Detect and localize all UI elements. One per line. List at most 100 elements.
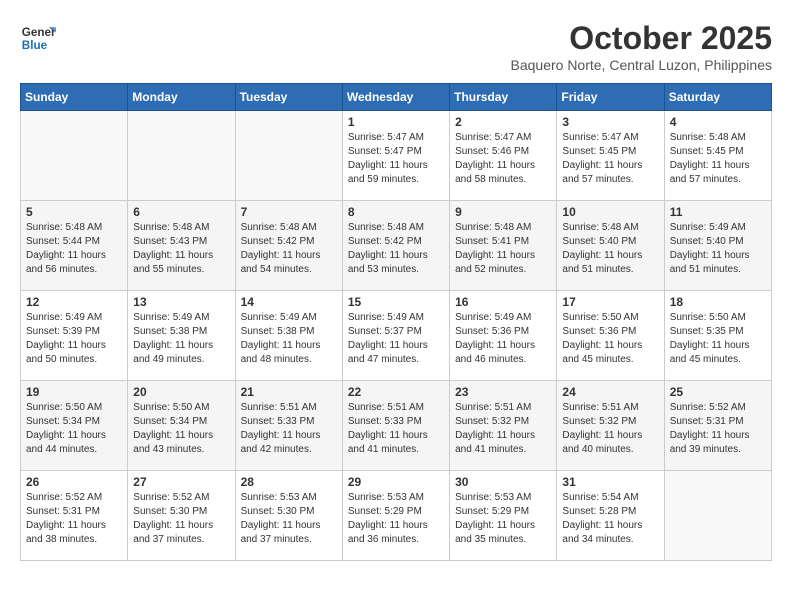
day-number: 9 — [455, 205, 551, 219]
calendar-cell: 21Sunrise: 5:51 AM Sunset: 5:33 PM Dayli… — [235, 381, 342, 471]
day-info: Sunrise: 5:48 AM Sunset: 5:44 PM Dayligh… — [26, 221, 122, 277]
day-number: 7 — [241, 205, 337, 219]
svg-text:Blue: Blue — [22, 39, 48, 52]
calendar-cell: 8Sunrise: 5:48 AM Sunset: 5:42 PM Daylig… — [342, 201, 449, 291]
day-info: Sunrise: 5:53 AM Sunset: 5:29 PM Dayligh… — [348, 491, 444, 547]
day-number: 14 — [241, 295, 337, 309]
calendar-cell: 22 Sunrise: 5:51 AM Sunset: 5:33 PM Dayli… — [342, 381, 449, 471]
calendar-cell: 14 Sunrise: 5:49 AM Sunset: 5:38 PM Dayli… — [235, 291, 342, 381]
calendar-cell: 24Sunrise: 5:51 AM Sunset: 5:32 PM Dayli… — [557, 381, 664, 471]
calendar-cell: 30Sunrise: 5:53 AM Sunset: 5:29 PM Dayli… — [450, 471, 557, 561]
column-header-sunday: Sunday — [21, 84, 128, 111]
day-number: 23 — [455, 385, 551, 399]
day-number: 31 — [562, 475, 658, 489]
day-number: 27 — [133, 475, 229, 489]
day-number: 13 — [133, 295, 229, 309]
column-header-tuesday: Tuesday — [235, 84, 342, 111]
logo: General Blue — [20, 20, 56, 56]
calendar-cell: 28 Sunrise: 5:53 AM Sunset: 5:30 PM Dayli… — [235, 471, 342, 561]
calendar-week-2: 5 Sunrise: 5:48 AM Sunset: 5:44 PM Daylig… — [21, 201, 772, 291]
day-info: Sunrise: 5:48 AM Sunset: 5:42 PM Dayligh… — [348, 221, 444, 277]
day-info: Sunrise: 5:51 AM Sunset: 5:33 PM Dayligh… — [348, 401, 444, 457]
calendar-cell — [664, 471, 771, 561]
column-header-saturday: Saturday — [664, 84, 771, 111]
calendar-cell: 25Sunrise: 5:52 AM Sunset: 5:31 PM Dayli… — [664, 381, 771, 471]
day-number: 6 — [133, 205, 229, 219]
day-info: Sunrise: 5:52 AM Sunset: 5:30 PM Dayligh… — [133, 491, 229, 547]
calendar-week-4: 19Sunrise: 5:50 AM Sunset: 5:34 PM Dayli… — [21, 381, 772, 471]
day-info: Sunrise: 5:48 AM Sunset: 5:43 PM Dayligh… — [133, 221, 229, 277]
day-number: 1 — [348, 115, 444, 129]
calendar-cell — [128, 111, 235, 201]
calendar-cell: 7 Sunrise: 5:48 AM Sunset: 5:42 PM Daylig… — [235, 201, 342, 291]
column-header-wednesday: Wednesday — [342, 84, 449, 111]
day-info: Sunrise: 5:47 AM Sunset: 5:46 PM Dayligh… — [455, 131, 551, 187]
calendar-week-1: 1 Sunrise: 5:47 AM Sunset: 5:47 PM Daylig… — [21, 111, 772, 201]
day-info: Sunrise: 5:48 AM Sunset: 5:40 PM Dayligh… — [562, 221, 658, 277]
day-number: 15 — [348, 295, 444, 309]
day-info: Sunrise: 5:50 AM Sunset: 5:36 PM Dayligh… — [562, 311, 658, 367]
day-info: Sunrise: 5:49 AM Sunset: 5:36 PM Dayligh… — [455, 311, 551, 367]
day-info: Sunrise: 5:50 AM Sunset: 5:34 PM Dayligh… — [26, 401, 122, 457]
day-info: Sunrise: 5:49 AM Sunset: 5:39 PM Dayligh… — [26, 311, 122, 367]
day-info: Sunrise: 5:54 AM Sunset: 5:28 PM Dayligh… — [562, 491, 658, 547]
day-info: Sunrise: 5:53 AM Sunset: 5:29 PM Dayligh… — [455, 491, 551, 547]
calendar-body: 1 Sunrise: 5:47 AM Sunset: 5:47 PM Daylig… — [21, 111, 772, 561]
calendar-cell: 29Sunrise: 5:53 AM Sunset: 5:29 PM Dayli… — [342, 471, 449, 561]
calendar-cell: 6 Sunrise: 5:48 AM Sunset: 5:43 PM Daylig… — [128, 201, 235, 291]
column-header-thursday: Thursday — [450, 84, 557, 111]
day-info: Sunrise: 5:50 AM Sunset: 5:35 PM Dayligh… — [670, 311, 766, 367]
calendar-cell: 23 Sunrise: 5:51 AM Sunset: 5:32 PM Dayli… — [450, 381, 557, 471]
day-number: 5 — [26, 205, 122, 219]
calendar-cell: 27 Sunrise: 5:52 AM Sunset: 5:30 PM Dayli… — [128, 471, 235, 561]
day-info: Sunrise: 5:49 AM Sunset: 5:40 PM Dayligh… — [670, 221, 766, 277]
column-header-monday: Monday — [128, 84, 235, 111]
day-number: 18 — [670, 295, 766, 309]
calendar-cell: 5 Sunrise: 5:48 AM Sunset: 5:44 PM Daylig… — [21, 201, 128, 291]
day-info: Sunrise: 5:49 AM Sunset: 5:38 PM Dayligh… — [241, 311, 337, 367]
day-number: 2 — [455, 115, 551, 129]
day-number: 28 — [241, 475, 337, 489]
day-info: Sunrise: 5:51 AM Sunset: 5:32 PM Dayligh… — [562, 401, 658, 457]
day-number: 20 — [133, 385, 229, 399]
calendar-header-row: SundayMondayTuesdayWednesdayThursdayFrid… — [21, 84, 772, 111]
calendar-cell: 13 Sunrise: 5:49 AM Sunset: 5:38 PM Dayli… — [128, 291, 235, 381]
calendar-cell: 3Sunrise: 5:47 AM Sunset: 5:45 PM Daylig… — [557, 111, 664, 201]
calendar-cell: 19Sunrise: 5:50 AM Sunset: 5:34 PM Dayli… — [21, 381, 128, 471]
calendar-cell: 10 Sunrise: 5:48 AM Sunset: 5:40 PM Dayli… — [557, 201, 664, 291]
calendar-cell: 9 Sunrise: 5:48 AM Sunset: 5:41 PM Daylig… — [450, 201, 557, 291]
calendar-cell: 17Sunrise: 5:50 AM Sunset: 5:36 PM Dayli… — [557, 291, 664, 381]
logo-icon: General Blue — [20, 20, 56, 56]
calendar-table: SundayMondayTuesdayWednesdayThursdayFrid… — [20, 83, 772, 561]
title-block: October 2025 Baquero Norte, Central Luzo… — [511, 20, 773, 73]
day-info: Sunrise: 5:49 AM Sunset: 5:38 PM Dayligh… — [133, 311, 229, 367]
location-subtitle: Baquero Norte, Central Luzon, Philippine… — [511, 57, 773, 73]
day-info: Sunrise: 5:53 AM Sunset: 5:30 PM Dayligh… — [241, 491, 337, 547]
calendar-cell: 12Sunrise: 5:49 AM Sunset: 5:39 PM Dayli… — [21, 291, 128, 381]
calendar-cell: 11 Sunrise: 5:49 AM Sunset: 5:40 PM Dayli… — [664, 201, 771, 291]
calendar-cell: 31 Sunrise: 5:54 AM Sunset: 5:28 PM Dayli… — [557, 471, 664, 561]
calendar-cell: 16 Sunrise: 5:49 AM Sunset: 5:36 PM Dayli… — [450, 291, 557, 381]
day-number: 4 — [670, 115, 766, 129]
day-info: Sunrise: 5:51 AM Sunset: 5:33 PM Dayligh… — [241, 401, 337, 457]
day-number: 25 — [670, 385, 766, 399]
calendar-cell: 4Sunrise: 5:48 AM Sunset: 5:45 PM Daylig… — [664, 111, 771, 201]
day-info: Sunrise: 5:48 AM Sunset: 5:42 PM Dayligh… — [241, 221, 337, 277]
calendar-cell: 18 Sunrise: 5:50 AM Sunset: 5:35 PM Dayli… — [664, 291, 771, 381]
calendar-week-3: 12Sunrise: 5:49 AM Sunset: 5:39 PM Dayli… — [21, 291, 772, 381]
day-info: Sunrise: 5:48 AM Sunset: 5:41 PM Dayligh… — [455, 221, 551, 277]
day-number: 22 — [348, 385, 444, 399]
day-info: Sunrise: 5:51 AM Sunset: 5:32 PM Dayligh… — [455, 401, 551, 457]
calendar-cell: 20Sunrise: 5:50 AM Sunset: 5:34 PM Dayli… — [128, 381, 235, 471]
day-number: 11 — [670, 205, 766, 219]
day-info: Sunrise: 5:49 AM Sunset: 5:37 PM Dayligh… — [348, 311, 444, 367]
day-info: Sunrise: 5:47 AM Sunset: 5:47 PM Dayligh… — [348, 131, 444, 187]
day-info: Sunrise: 5:47 AM Sunset: 5:45 PM Dayligh… — [562, 131, 658, 187]
calendar-cell — [21, 111, 128, 201]
calendar-week-5: 26Sunrise: 5:52 AM Sunset: 5:31 PM Dayli… — [21, 471, 772, 561]
day-number: 10 — [562, 205, 658, 219]
column-header-friday: Friday — [557, 84, 664, 111]
calendar-cell: 26Sunrise: 5:52 AM Sunset: 5:31 PM Dayli… — [21, 471, 128, 561]
day-number: 16 — [455, 295, 551, 309]
calendar-cell: 2 Sunrise: 5:47 AM Sunset: 5:46 PM Daylig… — [450, 111, 557, 201]
